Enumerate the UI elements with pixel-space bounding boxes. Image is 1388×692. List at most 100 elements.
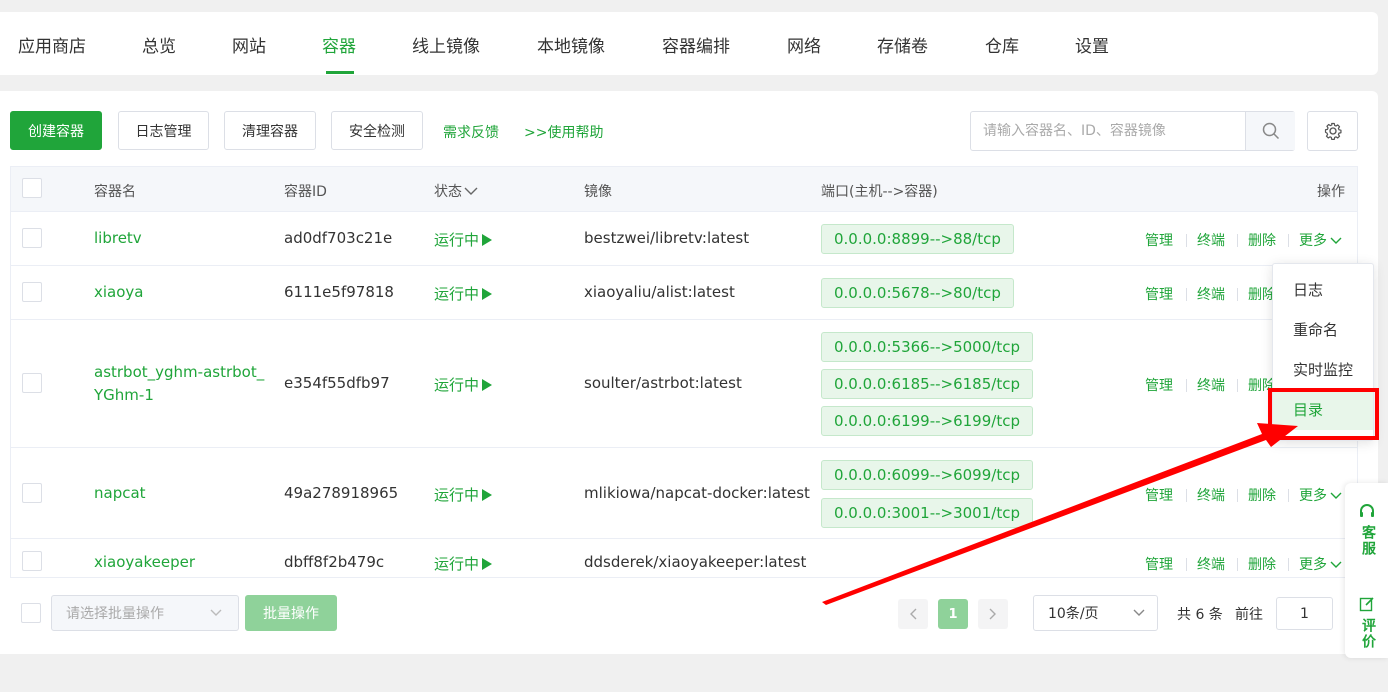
manage-button[interactable]: 管理 <box>1145 485 1173 505</box>
container-image: bestzwei/libretv:latest <box>584 229 750 247</box>
status-toggle[interactable]: 运行中 <box>434 484 493 505</box>
tab-online-images[interactable]: 线上镜像 <box>412 32 480 57</box>
table-header: 容器名 容器ID 状态 镜像 端口(主机-->容器) 操作 <box>11 167 1357 212</box>
delete-button[interactable]: 删除 <box>1248 485 1276 505</box>
select-all-checkbox[interactable] <box>22 178 42 198</box>
floating-service-bar: 客服 评价 <box>1345 483 1388 658</box>
feedback-link[interactable]: 需求反馈 <box>443 122 499 142</box>
goto-label: 前往 <box>1235 607 1263 623</box>
tab-settings[interactable]: 设置 <box>1075 32 1109 57</box>
customer-service-button[interactable]: 客服 <box>1345 493 1388 573</box>
manage-button[interactable]: 管理 <box>1145 230 1173 250</box>
header-status[interactable]: 状态 <box>434 181 478 201</box>
row-checkbox[interactable] <box>22 282 42 302</box>
status-text: 运行中 <box>434 486 480 504</box>
more-label: 更多 <box>1299 233 1327 249</box>
create-container-button[interactable]: 创建容器 <box>10 111 102 150</box>
delete-button[interactable]: 删除 <box>1248 554 1276 574</box>
footer-select-all-checkbox[interactable] <box>21 603 41 623</box>
terminal-button[interactable]: 终端 <box>1197 554 1225 574</box>
chevron-down-icon <box>1330 237 1342 244</box>
more-button[interactable]: 更多 <box>1299 230 1342 250</box>
manage-button[interactable]: 管理 <box>1145 284 1173 304</box>
total-count: 共 6 条 <box>1177 607 1223 623</box>
container-id: ad0df703c21e <box>284 229 393 247</box>
security-check-button[interactable]: 安全检测 <box>331 111 423 150</box>
more-button[interactable]: 更多 <box>1299 485 1342 505</box>
clean-containers-button[interactable]: 清理容器 <box>224 111 316 150</box>
log-management-button[interactable]: 日志管理 <box>118 111 209 150</box>
search-input[interactable] <box>983 123 1243 139</box>
port-badge: 0.0.0.0:3001-->3001/tcp <box>821 498 1033 528</box>
manage-button[interactable]: 管理 <box>1145 554 1173 574</box>
more-button[interactable]: 更多 <box>1299 554 1342 574</box>
tab-network[interactable]: 网络 <box>787 32 821 57</box>
chevron-down-icon <box>1330 561 1342 568</box>
port-badge: 0.0.0.0:6099-->6099/tcp <box>821 460 1033 490</box>
page-number-button[interactable]: 1 <box>938 599 968 629</box>
divider <box>1237 558 1238 571</box>
menu-item-logs[interactable]: 日志 <box>1273 270 1373 310</box>
container-image: ddsderek/xiaoyakeeper:latest <box>584 553 807 571</box>
menu-item-rename[interactable]: 重命名 <box>1273 310 1373 350</box>
search-button[interactable] <box>1245 112 1295 150</box>
tab-local-images[interactable]: 本地镜像 <box>537 32 605 57</box>
page-size-select[interactable]: 10条/页 <box>1033 595 1158 631</box>
terminal-button[interactable]: 终端 <box>1197 230 1225 250</box>
tab-container[interactable]: 容器 <box>322 32 356 57</box>
terminal-button[interactable]: 终端 <box>1197 284 1225 304</box>
help-link[interactable]: >>使用帮助 <box>524 122 603 142</box>
tab-compose[interactable]: 容器编排 <box>662 32 730 57</box>
play-icon <box>482 234 493 246</box>
container-id: 6111e5f97818 <box>284 283 394 301</box>
row-checkbox[interactable] <box>22 228 42 248</box>
terminal-button[interactable]: 终端 <box>1197 375 1225 395</box>
tab-app-store[interactable]: 应用商店 <box>18 32 86 57</box>
delete-button[interactable]: 删除 <box>1248 230 1276 250</box>
play-icon <box>482 489 493 501</box>
chevron-down-icon <box>464 187 478 195</box>
chevron-down-icon <box>1133 609 1145 616</box>
more-label: 更多 <box>1299 488 1327 504</box>
status-toggle[interactable]: 运行中 <box>434 374 493 395</box>
goto-page-input[interactable]: 1 <box>1276 597 1333 630</box>
status-toggle[interactable]: 运行中 <box>434 283 493 304</box>
status-text: 运行中 <box>434 376 480 394</box>
row-checkbox[interactable] <box>22 551 42 571</box>
terminal-button[interactable]: 终端 <box>1197 485 1225 505</box>
container-name-link[interactable]: libretv <box>94 229 142 247</box>
chevron-down-icon <box>210 609 222 616</box>
chevron-down-icon <box>1330 492 1342 499</box>
next-page-button[interactable] <box>978 599 1008 629</box>
chevron-right-icon <box>989 608 996 620</box>
port-badge: 0.0.0.0:8899-->88/tcp <box>821 224 1014 254</box>
table-row: napcat 49a278918965 运行中 mlikiowa/napcat-… <box>11 448 1357 539</box>
status-toggle[interactable]: 运行中 <box>434 229 493 250</box>
row-checkbox[interactable] <box>22 483 42 503</box>
container-name-link[interactable]: xiaoyakeeper <box>94 553 195 571</box>
review-button[interactable]: 评价 <box>1345 588 1388 658</box>
row-checkbox[interactable] <box>22 373 42 393</box>
table-settings-button[interactable] <box>1307 111 1358 151</box>
menu-item-monitor[interactable]: 实时监控 <box>1273 350 1373 390</box>
container-name-link[interactable]: astrbot_yghm-astrbot_ <box>94 363 264 381</box>
batch-action-button[interactable]: 批量操作 <box>245 595 337 631</box>
divider <box>1288 558 1289 571</box>
container-name-link[interactable]: xiaoya <box>94 283 143 301</box>
tab-registry[interactable]: 仓库 <box>985 32 1019 57</box>
container-name-link[interactable]: napcat <box>94 484 146 502</box>
tab-website[interactable]: 网站 <box>232 32 266 57</box>
batch-action-select[interactable]: 请选择批量操作 <box>51 595 239 631</box>
tab-overview[interactable]: 总览 <box>142 32 176 57</box>
header-ports: 端口(主机-->容器) <box>821 184 938 200</box>
prev-page-button[interactable] <box>898 599 928 629</box>
play-icon <box>482 558 493 570</box>
manage-button[interactable]: 管理 <box>1145 375 1173 395</box>
table-row: libretv ad0df703c21e 运行中 bestzwei/libret… <box>11 212 1357 266</box>
status-toggle[interactable]: 运行中 <box>434 553 493 574</box>
container-image: mlikiowa/napcat-docker:latest <box>584 484 810 502</box>
tab-volumes[interactable]: 存储卷 <box>877 32 928 57</box>
chevron-left-icon <box>910 608 917 620</box>
container-name-link-cont[interactable]: YGhm-1 <box>94 386 154 404</box>
divider <box>1186 234 1187 247</box>
